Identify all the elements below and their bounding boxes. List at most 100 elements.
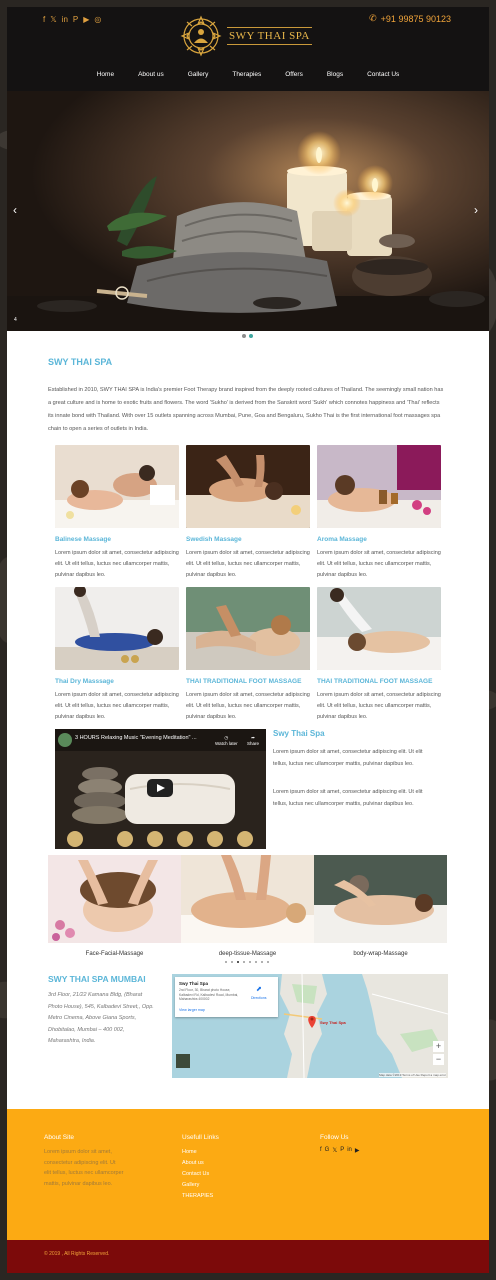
service-card[interactable]: Balinese Massage Lorem ipsum dolor sit a…	[55, 445, 179, 581]
directions-icon[interactable]: ⬈	[256, 986, 263, 993]
carousel-dot[interactable]	[225, 961, 227, 963]
nav-contact-us[interactable]: Contact Us	[355, 71, 411, 78]
footer-about-text: Lorem ipsum dolor sit amet, consectetur …	[44, 1149, 124, 1187]
nav-blogs[interactable]: Blogs	[315, 71, 355, 78]
video-side-title: Swy Thai Spa	[273, 729, 325, 738]
zoom-in-button[interactable]: +	[433, 1041, 444, 1052]
google-plus-icon[interactable]: G	[325, 1147, 330, 1154]
carousel-dot-active[interactable]	[237, 961, 239, 963]
hero-prev-arrow-icon[interactable]: ‹	[13, 203, 17, 217]
carousel-slide[interactable]: body-wrap-Massage	[314, 855, 447, 957]
carousel-dots	[225, 961, 269, 963]
main-nav: Home About us Gallery Therapies Offers B…	[7, 71, 489, 78]
service-text: Lorem ipsum dolor sit amet, consectetur …	[186, 550, 310, 578]
footer-links: Home About us Contact Us Gallery THERAPI…	[182, 1147, 213, 1202]
pinterest-icon[interactable]: P	[340, 1147, 344, 1154]
nav-therapies[interactable]: Therapies	[220, 71, 273, 78]
map-place-card: Swy Thai Spa 2nd Floor, 30, Bharat photo…	[175, 977, 278, 1017]
footer-link-therapies[interactable]: THERAPIES	[182, 1191, 213, 1202]
footer-link-contact-us[interactable]: Contact Us	[182, 1169, 213, 1180]
channel-avatar[interactable]	[58, 733, 72, 747]
carousel-caption: body-wrap-Massage	[353, 951, 408, 957]
carousel-dot[interactable]	[249, 961, 251, 963]
footer-link-home[interactable]: Home	[182, 1147, 213, 1158]
pinterest-icon[interactable]: P	[73, 15, 78, 24]
body-wrap-massage-photo	[314, 855, 447, 943]
service-title: Aroma Massage	[317, 536, 367, 543]
service-card[interactable]: THAI TRADITIONAL FOOT MASSAGE Lorem ipsu…	[186, 587, 310, 723]
service-text: Lorem ipsum dolor sit amet, consectetur …	[317, 550, 441, 578]
deep-tissue-massage-photo	[181, 855, 314, 943]
nav-gallery[interactable]: Gallery	[176, 71, 221, 78]
footer-link-about-us[interactable]: About us	[182, 1158, 213, 1169]
page: f 𝕏 in P ▶ ◎ SWY THAI SPA ✆ +91 99875 90…	[7, 7, 489, 1273]
site-header: f 𝕏 in P ▶ ◎ SWY THAI SPA ✆ +91 99875 90…	[7, 7, 489, 91]
facebook-icon[interactable]: f	[320, 1147, 322, 1154]
service-card[interactable]: Swedish Massage Lorem ipsum dolor sit am…	[186, 445, 310, 581]
carousel-dot[interactable]	[231, 961, 233, 963]
nav-home[interactable]: Home	[85, 71, 126, 78]
watch-later-button[interactable]: ◷ Watch later	[215, 735, 238, 746]
twitter-icon[interactable]: 𝕏	[50, 15, 56, 24]
youtube-icon[interactable]: ▶	[83, 15, 89, 24]
carousel-caption: deep-tissue-Massage	[218, 951, 277, 957]
carousel-slide[interactable]: Face-Facial-Massage	[48, 855, 181, 957]
site-logo[interactable]: SWY THAI SPA	[179, 13, 319, 59]
service-text: Lorem ipsum dolor sit amet, consectetur …	[55, 550, 179, 578]
carousel-dot[interactable]	[267, 961, 269, 963]
branch-address: 3rd Floor, 21/22 Kamana Bldg, (Bharat Ph…	[48, 992, 154, 1044]
map-place-name: Swy Thai Spa	[179, 981, 209, 986]
share-button[interactable]: ➦ Share	[247, 735, 259, 746]
service-card[interactable]: Aroma Massage Lorem ipsum dolor sit amet…	[317, 445, 441, 581]
footer-link-gallery[interactable]: Gallery	[182, 1180, 213, 1191]
hero-slide-counter: 4	[14, 317, 17, 323]
service-card[interactable]: THAI TRADITIONAL FOOT MASSAGE Lorem ipsu…	[317, 587, 441, 723]
aroma-massage-photo	[317, 445, 441, 528]
play-button-icon[interactable]	[147, 779, 173, 797]
map-attribution: Map data ©2019 Terms of Use Report a map…	[379, 1073, 446, 1077]
phone-number: +91 99875 90123	[380, 13, 451, 24]
service-title: Swedish Massage	[186, 536, 242, 543]
linkedin-icon[interactable]: in	[347, 1147, 352, 1154]
footer-about-title: About Site	[44, 1134, 74, 1141]
service-text: Lorem ipsum dolor sit amet, consectetur …	[186, 692, 310, 720]
directions-link[interactable]: Directions	[251, 996, 267, 1000]
google-map-embed[interactable]: Swy Thai Spa 2nd Floor, 30, Bharat photo…	[172, 974, 448, 1078]
hero-spa-candles-image	[7, 91, 489, 331]
header-phone[interactable]: ✆ +91 99875 90123	[369, 13, 451, 24]
hero-dot[interactable]	[242, 334, 246, 338]
hero-dot-active[interactable]	[249, 334, 253, 338]
service-card[interactable]: Thai Dry Masssage Lorem ipsum dolor sit …	[55, 587, 179, 723]
carousel-dot[interactable]	[255, 961, 257, 963]
service-title: THAI TRADITIONAL FOOT MASSAGE	[186, 678, 302, 685]
face-facial-massage-photo	[48, 855, 181, 943]
map-pin-label: Swy Thai Spa	[320, 1020, 346, 1025]
nav-offers[interactable]: Offers	[273, 71, 315, 78]
thai-foot-massage-photo	[186, 587, 310, 670]
footer-links-title: Usefull Links	[182, 1134, 219, 1141]
view-larger-map-link[interactable]: View larger map	[179, 1008, 205, 1012]
footer-social-links: f G 𝕏 P in ▶	[320, 1147, 360, 1154]
service-text: Lorem ipsum dolor sit amet, consectetur …	[317, 692, 441, 720]
hero-next-arrow-icon[interactable]: ›	[474, 203, 478, 217]
youtube-icon[interactable]: ▶	[355, 1147, 360, 1154]
nav-about-us[interactable]: About us	[126, 71, 176, 78]
twitter-icon[interactable]: 𝕏	[332, 1147, 337, 1154]
carousel-dot[interactable]	[261, 961, 263, 963]
facebook-icon[interactable]: f	[43, 15, 45, 24]
carousel-slide[interactable]: deep-tissue-Massage	[181, 855, 314, 957]
service-title: Thai Dry Masssage	[55, 678, 114, 685]
mumbai-branch-title: SWY THAI SPA MUMBAI	[48, 974, 146, 984]
map-place-address: 2nd Floor, 30, Bharat photo House, Kalba…	[179, 988, 239, 1001]
linkedin-icon[interactable]: in	[62, 15, 68, 24]
logo-text: SWY THAI SPA	[227, 27, 312, 45]
service-title: Balinese Massage	[55, 536, 112, 543]
video-side-text: Lorem ipsum dolor sit amet, consectetur …	[273, 749, 423, 767]
header-social-links: f 𝕏 in P ▶ ◎	[43, 15, 101, 24]
instagram-icon[interactable]: ◎	[94, 15, 101, 24]
video-title[interactable]: 3 HOURS Relaxing Music "Evening Meditati…	[75, 735, 197, 741]
zoom-out-button[interactable]: −	[433, 1054, 444, 1065]
carousel-dot[interactable]	[243, 961, 245, 963]
youtube-video-embed[interactable]: 3 HOURS Relaxing Music "Evening Meditati…	[55, 729, 266, 849]
about-title: SWY THAI SPA	[48, 357, 113, 367]
